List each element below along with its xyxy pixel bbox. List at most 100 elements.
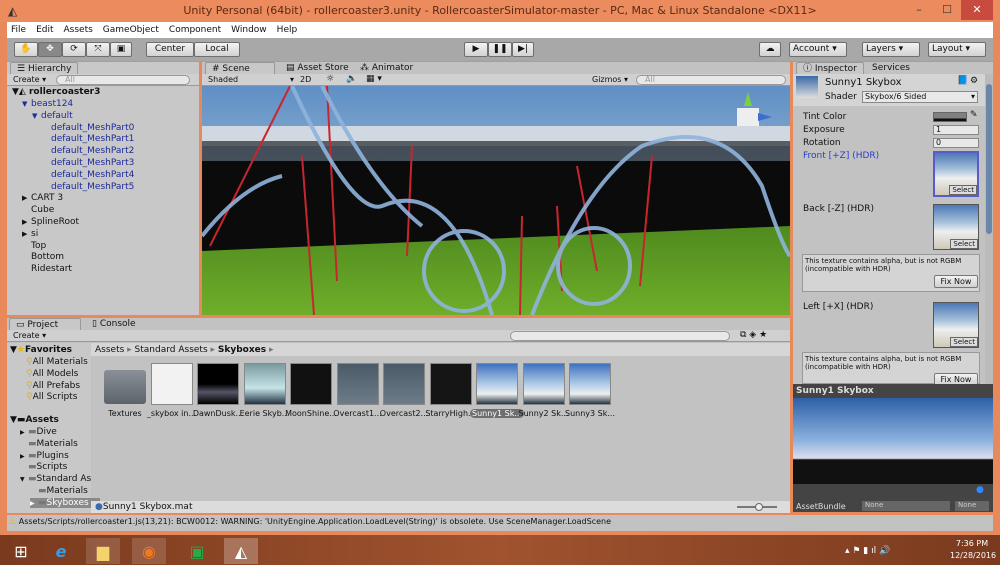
asset-thumbnail[interactable] bbox=[476, 363, 518, 405]
folder-item[interactable]: ▶ ▬Skyboxes bbox=[30, 497, 100, 508]
scene-viewport[interactable] bbox=[202, 86, 790, 315]
select-button[interactable]: Select bbox=[949, 185, 977, 195]
2d-toggle[interactable]: 2D bbox=[300, 75, 311, 84]
hierarchy-item[interactable]: default_MeshPart5 bbox=[42, 182, 134, 192]
hierarchy-search-input[interactable]: All bbox=[56, 75, 190, 85]
hierarchy-item[interactable]: ▼ beast124 bbox=[22, 99, 73, 109]
asset-thumbnail[interactable] bbox=[290, 363, 332, 405]
front-texture-slot[interactable]: Select bbox=[933, 151, 979, 197]
menu-assets[interactable]: Assets bbox=[64, 25, 93, 35]
left-texture-slot[interactable]: Select bbox=[933, 302, 979, 348]
hierarchy-item[interactable]: default_MeshPart0 bbox=[42, 123, 134, 133]
favorites-header[interactable]: ▼★Favorites bbox=[10, 345, 72, 355]
favorite-item[interactable]: ⚲All Materials bbox=[26, 357, 88, 367]
inspector-scrollbar[interactable] bbox=[985, 74, 993, 384]
menu-help[interactable]: Help bbox=[277, 25, 298, 35]
hierarchy-item[interactable]: default_MeshPart4 bbox=[42, 170, 134, 180]
hierarchy-item[interactable]: Cube bbox=[22, 205, 54, 215]
expand-arrow-icon[interactable]: ▶ bbox=[22, 230, 31, 238]
hierarchy-item[interactable]: default_MeshPart2 bbox=[42, 146, 134, 156]
gear-icon[interactable]: ⚙ bbox=[970, 76, 978, 86]
expand-arrow-icon[interactable]: ▶ bbox=[20, 429, 28, 436]
folder-item[interactable]: ▼ ▬Standard As bbox=[20, 474, 91, 484]
internet-explorer-icon[interactable]: e bbox=[44, 538, 78, 564]
asset-label[interactable]: Sunny3 Sk... bbox=[563, 409, 617, 418]
lighting-icon[interactable]: ☼ bbox=[326, 74, 334, 84]
select-button[interactable]: Select bbox=[950, 239, 978, 249]
scale-tool-icon[interactable]: ⤧ bbox=[86, 42, 110, 57]
hierarchy-item[interactable]: default_MeshPart1 bbox=[42, 134, 134, 144]
expand-arrow-icon[interactable]: ▶ bbox=[30, 500, 38, 507]
windows-start-icon[interactable]: ⊞ bbox=[4, 538, 38, 564]
menu-edit[interactable]: Edit bbox=[36, 25, 53, 35]
shader-dropdown[interactable]: Skybox/6 Sided ▾ bbox=[862, 91, 978, 103]
preview-render[interactable] bbox=[793, 398, 993, 484]
cloud-icon[interactable]: ☁ bbox=[759, 42, 781, 57]
asset-thumbnail[interactable] bbox=[569, 363, 611, 405]
tab-hierarchy[interactable]: ☰ Hierarchy bbox=[10, 62, 79, 74]
tab-animator[interactable]: ⁂ Animator bbox=[354, 62, 419, 74]
tab-asset-store[interactable]: ▤ Asset Store bbox=[280, 62, 355, 74]
tab-scene[interactable]: # Scene bbox=[205, 62, 275, 74]
hand-tool-icon[interactable]: ✋ bbox=[14, 42, 38, 57]
asset-thumbnail[interactable] bbox=[429, 363, 472, 405]
assets-header[interactable]: ▼▬Assets bbox=[10, 415, 59, 425]
expand-arrow-icon[interactable]: ▶ bbox=[20, 453, 28, 460]
rotate-tool-icon[interactable]: ⟳ bbox=[62, 42, 86, 57]
expand-arrow-icon[interactable]: ▼ bbox=[20, 476, 28, 483]
menu-gameobject[interactable]: GameObject bbox=[103, 25, 159, 35]
folder-item[interactable]: ▬Scripts bbox=[20, 462, 67, 472]
layout-dropdown[interactable]: Layout ▾ bbox=[928, 42, 986, 57]
hierarchy-item[interactable]: ▶ CART 3 bbox=[22, 193, 63, 203]
rotation-field[interactable]: 0 bbox=[933, 138, 979, 148]
move-tool-icon[interactable]: ✥ bbox=[38, 42, 62, 57]
expand-arrow-icon[interactable]: ▶ bbox=[22, 194, 31, 202]
tab-inspector[interactable]: ⓘ Inspector bbox=[796, 62, 864, 74]
hierarchy-item[interactable]: ▼ default bbox=[32, 111, 73, 121]
minimize-button[interactable]: – bbox=[905, 0, 933, 20]
breadcrumb-item[interactable]: Skyboxes bbox=[218, 345, 266, 355]
select-button[interactable]: Select bbox=[950, 337, 978, 347]
hierarchy-item[interactable]: ▶ SplineRoot bbox=[22, 217, 79, 227]
tab-services[interactable]: Services bbox=[866, 62, 916, 74]
hierarchy-item[interactable]: Bottom bbox=[22, 252, 64, 262]
eyedropper-icon[interactable]: ✎ bbox=[970, 110, 978, 120]
favorite-item[interactable]: ⚲All Scripts bbox=[26, 392, 77, 402]
store-icon[interactable]: ▣ bbox=[180, 538, 214, 564]
folder-item[interactable]: ▶ ▬Dive bbox=[20, 427, 57, 437]
step-button[interactable]: ▶| bbox=[512, 42, 534, 57]
folder-item[interactable]: ▬Materials bbox=[20, 439, 78, 449]
file-explorer-icon[interactable]: ▆ bbox=[86, 538, 120, 564]
assetbundle-dropdown[interactable]: None bbox=[862, 501, 950, 511]
back-texture-slot[interactable]: Select bbox=[933, 204, 979, 250]
layers-dropdown[interactable]: Layers ▾ bbox=[862, 42, 920, 57]
scene-root[interactable]: ▼◭ rollercoaster3 bbox=[12, 87, 100, 97]
shading-dropdown[interactable]: Shaded ▾ bbox=[208, 75, 294, 84]
hierarchy-create-button[interactable]: Create ▾ bbox=[13, 75, 46, 84]
audio-icon[interactable]: 🔈 bbox=[346, 74, 357, 84]
expand-arrow-icon[interactable]: ▼ bbox=[32, 112, 41, 120]
unity-taskbar-icon[interactable]: ◭ bbox=[224, 538, 258, 564]
rect-tool-icon[interactable]: ▣ bbox=[110, 42, 132, 57]
menu-window[interactable]: Window bbox=[231, 25, 267, 35]
clock[interactable]: 7:36 PM 12/28/2016 bbox=[950, 539, 996, 560]
pause-button[interactable]: ❚❚ bbox=[488, 42, 512, 57]
status-message[interactable]: ⚠ Assets/Scripts/rollercoaster1.js(13,21… bbox=[9, 517, 611, 526]
scene-search-input[interactable]: All bbox=[636, 75, 786, 85]
maximize-button[interactable]: ☐ bbox=[933, 0, 961, 20]
tab-console[interactable]: ▯ Console bbox=[86, 318, 142, 330]
effects-icon[interactable]: ▦ ▾ bbox=[366, 74, 382, 84]
hierarchy-item[interactable]: default_MeshPart3 bbox=[42, 158, 134, 168]
asset-thumbnail[interactable] bbox=[522, 363, 565, 405]
hierarchy-item[interactable]: ▶ si bbox=[22, 229, 38, 239]
project-search-input[interactable] bbox=[510, 331, 730, 341]
exposure-field[interactable]: 1 bbox=[933, 125, 979, 135]
gizmos-dropdown[interactable]: Gizmos ▾ bbox=[592, 75, 628, 84]
folder-item[interactable]: ▬Materials bbox=[30, 486, 88, 496]
close-button[interactable]: ✕ bbox=[961, 0, 993, 20]
thumbnail-size-slider[interactable] bbox=[737, 503, 777, 511]
favorite-item[interactable]: ⚲All Models bbox=[26, 369, 78, 379]
tint-color-swatch[interactable] bbox=[933, 112, 967, 122]
variant-dropdown[interactable]: None bbox=[955, 501, 989, 511]
hierarchy-item[interactable]: Top bbox=[22, 241, 46, 251]
